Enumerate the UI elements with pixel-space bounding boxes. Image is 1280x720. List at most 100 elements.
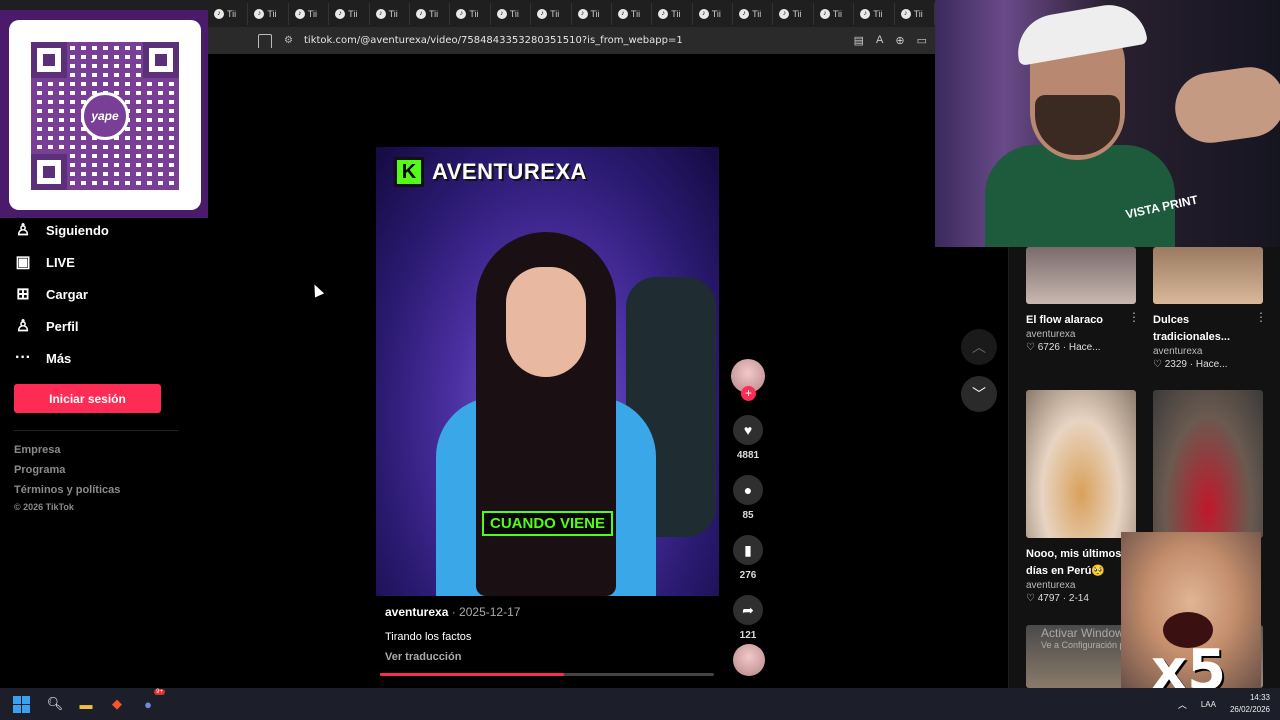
creator-avatar[interactable]: + [731, 359, 765, 401]
card-thumbnail[interactable] [1026, 247, 1136, 304]
more-options-icon[interactable]: ⋮ [1128, 310, 1140, 324]
file-explorer-icon[interactable]: ▬ [75, 693, 97, 715]
recommended-card[interactable] [1153, 390, 1263, 538]
tiktok-favicon-icon: ♪ [214, 8, 224, 19]
reader-icon[interactable]: ▤ [854, 34, 864, 47]
card-author[interactable]: aventurexa [1153, 346, 1263, 357]
browser-tab[interactable]: ♪ Tii [412, 2, 451, 25]
browser-tab[interactable]: ♪ Tii [775, 2, 814, 25]
url-field[interactable]: tiktok.com/@aventurexa/video/75848433532… [304, 35, 683, 46]
browser-tab[interactable]: ♪ Tii [291, 2, 330, 25]
site-settings-icon[interactable]: ⚙ [284, 35, 296, 47]
share-count: 121 [739, 630, 757, 641]
share-icon[interactable]: ➦ [733, 595, 763, 625]
browser-tab[interactable]: ♪ Tii [614, 2, 653, 25]
tiktok-favicon-icon: ♪ [577, 8, 588, 19]
browser-tab-label: Tii [590, 8, 600, 19]
video-author[interactable]: aventurexa [385, 605, 448, 619]
card-author[interactable]: aventurexa [1026, 329, 1136, 340]
browser-tab[interactable]: ♪ Tii [533, 2, 572, 25]
clock-time: 14:33 [1249, 693, 1270, 702]
heart-icon[interactable]: ♥ [733, 415, 763, 445]
browser-tab[interactable]: ♪ Tii [574, 2, 612, 25]
card-title[interactable]: Dulces tradicionales... [1153, 312, 1263, 346]
save-action[interactable]: ▮ 276 [731, 535, 765, 581]
sidebar-item-siguiendo[interactable]: ♙ Siguiendo [14, 214, 194, 246]
browser-tab[interactable]: ♪ Tii [695, 2, 734, 25]
next-creator-avatar[interactable] [733, 644, 765, 676]
follow-button[interactable]: + [741, 386, 756, 401]
card-time: Hace... [1068, 342, 1101, 353]
activate-windows-watermark: Activar Windows Ve a Configuración p [1041, 626, 1130, 650]
card-thumbnail[interactable] [1153, 247, 1263, 304]
tray-chevron-icon[interactable]: ︿ [1178, 698, 1187, 711]
recommended-card[interactable]: ⋮ El flow alaraco aventurexa ♡ 6726 · Ha… [1026, 247, 1140, 353]
browser-tab[interactable]: ♪ Tii [735, 2, 774, 25]
footer-link-empresa[interactable]: Empresa [14, 444, 120, 464]
mouse-cursor-icon [309, 282, 325, 298]
video-author-line: aventurexa · 2025-12-17 [385, 605, 520, 619]
recommended-card[interactable]: ⋮ Dulces tradicionales... aventurexa ♡ 2… [1153, 247, 1267, 370]
comment-icon[interactable]: ● [733, 475, 763, 505]
more-options-icon[interactable]: ⋮ [1255, 310, 1267, 324]
card-likes: 4797 [1037, 593, 1060, 604]
like-action[interactable]: ♥ 4881 [731, 415, 765, 461]
card-thumbnail[interactable] [1026, 390, 1136, 538]
zoom-icon[interactable]: ⊕ [895, 34, 904, 47]
previous-video-button[interactable]: ︿ [961, 329, 997, 365]
tiktok-favicon-icon: ♪ [617, 8, 628, 19]
footer-link-programa[interactable]: Programa [14, 464, 120, 484]
brave-browser-icon[interactable]: ◆ [106, 693, 128, 715]
language-indicator[interactable]: LAA [1201, 700, 1216, 709]
search-icon[interactable]: 🔍︎ [44, 693, 66, 715]
browser-tab[interactable]: ♪ Tii [452, 2, 491, 25]
card-title[interactable]: Nooo, mis últimos días en Perú🥺 [1026, 546, 1136, 580]
sidebar-item-perfil[interactable]: ♙ Perfil [14, 310, 194, 342]
video-progress-bar[interactable] [380, 673, 714, 676]
cast-icon[interactable]: ▭ [917, 34, 927, 47]
browser-tab[interactable]: ♪ Tii [250, 2, 289, 25]
tiktok-favicon-icon: ♪ [698, 8, 709, 19]
browser-tab-label: Tii [227, 8, 237, 19]
share-action[interactable]: ➦ 121 [731, 595, 765, 641]
comment-action[interactable]: ● 85 [731, 475, 765, 521]
sidebar-item-cargar[interactable]: ⊞ Cargar [14, 278, 194, 310]
windows-start-icon[interactable] [13, 695, 30, 713]
next-video-button[interactable]: ﹀ [961, 376, 997, 412]
card-author[interactable]: aventurexa [1026, 580, 1136, 591]
tiktok-favicon-icon: ♪ [900, 8, 911, 19]
video-face [506, 267, 586, 377]
browser-tab[interactable]: ♪ Tii [856, 2, 895, 25]
translate-icon[interactable]: A [876, 34, 883, 47]
translate-link[interactable]: Ver traducción [385, 651, 461, 663]
tiktok-favicon-icon: ♪ [415, 8, 426, 19]
video-brand: K AVENTUREXA [394, 157, 587, 187]
video-player[interactable]: K AVENTUREXA CUANDO VIENE [376, 147, 719, 596]
browser-tab[interactable]: ♪ Tii [331, 2, 370, 25]
clock[interactable]: 14:33 26/02/2026 [1230, 692, 1270, 716]
discord-icon[interactable]: ● 9+ [137, 689, 165, 715]
browser-tab[interactable]: ♪ Tii [493, 2, 532, 25]
card-stats: ♡ 2329 · Hace... [1153, 359, 1228, 370]
activate-title: Activar Windows [1041, 626, 1130, 640]
browser-tab[interactable]: ♪ Tii [372, 2, 410, 25]
save-count: 276 [739, 570, 757, 581]
login-button[interactable]: Iniciar sesión [14, 384, 161, 413]
like-count: 4881 [736, 450, 760, 461]
sidebar-item-live[interactable]: ▣ LIVE [14, 246, 194, 278]
browser-tab[interactable]: ♪ Tii [897, 2, 935, 25]
footer-links: Empresa Programa Términos y políticas [14, 444, 120, 504]
browser-tab-label: Tii [388, 8, 398, 19]
browser-tab[interactable]: ♪ Tii [210, 2, 249, 25]
browser-tab[interactable]: ♪ Tii [816, 2, 855, 25]
recommended-card[interactable]: Nooo, mis últimos días en Perú🥺 aventure… [1026, 390, 1136, 604]
kick-logo-icon: K [394, 157, 424, 187]
bookmark-icon[interactable]: ▮ [733, 535, 763, 565]
sidebar-item-mas[interactable]: ··· Más [14, 342, 194, 374]
bookmark-icon[interactable] [258, 33, 272, 48]
footer-link-terminos[interactable]: Términos y políticas [14, 484, 120, 504]
card-thumbnail[interactable] [1153, 390, 1263, 538]
card-title[interactable]: El flow alaraco [1026, 312, 1136, 329]
browser-tab-label: Tii [469, 8, 479, 19]
browser-tab[interactable]: ♪ Tii [654, 2, 693, 25]
